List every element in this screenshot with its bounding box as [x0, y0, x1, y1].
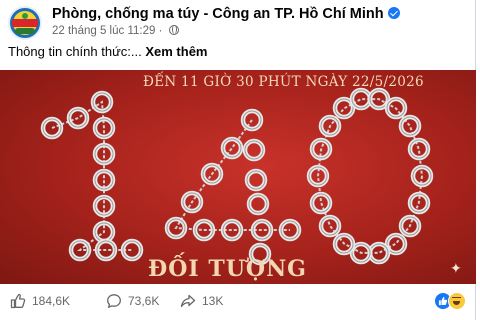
digit-four-link	[220, 136, 244, 160]
share-button[interactable]: 13K	[180, 293, 223, 309]
page-name-link[interactable]: Phòng, chống ma túy - Công an TP. Hồ Chí…	[52, 6, 384, 22]
post-meta: 22 tháng 5 lúc 11:29 ·	[52, 25, 179, 37]
comment-count: 73,6K	[128, 294, 160, 308]
post-text: Thông tin chính thức:... Xem thêm	[8, 44, 208, 59]
post-header: Phòng, chống ma túy - Công an TP. Hồ Chí…	[4, 4, 467, 40]
thumbs-up-icon	[10, 293, 26, 309]
avatar-emblem-dot	[22, 13, 28, 19]
handcuff-number-artwork	[40, 87, 434, 266]
share-count: 13K	[202, 294, 224, 308]
digit-four-link	[244, 168, 268, 192]
haha-reaction-icon	[448, 292, 466, 310]
page-name-row: Phòng, chống ma túy - Công an TP. Hồ Chí…	[52, 6, 400, 22]
digit-zero-link	[367, 241, 391, 265]
post-footer: 184,6K 73,6K 13K	[0, 284, 476, 320]
digit-four-link	[242, 138, 266, 162]
image-headline: ĐẾN 11 GIỜ 30 PHÚT NGÀY 22/5/2026	[143, 74, 424, 90]
like-count: 184,6K	[32, 294, 71, 308]
digit-one-chain	[51, 100, 132, 251]
digit-zero-link	[318, 214, 342, 238]
reaction-summary[interactable]	[434, 292, 466, 310]
see-more-link[interactable]: Xem thêm	[145, 44, 207, 59]
facebook-post-card: Phòng, chống ma túy - Công an TP. Hồ Chí…	[0, 0, 476, 320]
verified-badge-icon	[387, 7, 400, 19]
comment-button[interactable]: 73,6K	[106, 293, 159, 309]
comment-bubble-icon	[107, 294, 121, 308]
like-button[interactable]: 184,6K	[10, 293, 70, 309]
globe-icon	[168, 25, 179, 35]
page-avatar[interactable]	[8, 6, 42, 40]
share-arrow-icon	[180, 294, 196, 308]
digit-four-link	[246, 192, 270, 216]
digit-zero-link	[309, 191, 333, 215]
digit-zero-link	[407, 137, 431, 161]
image-caption: ĐỐI TƯỢNG	[148, 256, 307, 282]
sparkle-icon: ✦	[450, 260, 462, 276]
digit-four-chain	[174, 119, 290, 231]
digit-zero-link	[398, 114, 422, 138]
digit-zero-chain	[316, 98, 423, 254]
post-timestamp[interactable]: 22 tháng 5 lúc 11:29 ·	[52, 25, 162, 37]
avatar-emblem-base	[15, 28, 35, 34]
post-text-body: Thông tin chính thức:...	[8, 44, 142, 59]
post-image[interactable]: ĐẾN 11 GIỜ 30 PHÚT NGÀY 22/5/2026 ĐỐI TƯ…	[0, 70, 476, 284]
avatar-emblem-band	[12, 19, 38, 27]
